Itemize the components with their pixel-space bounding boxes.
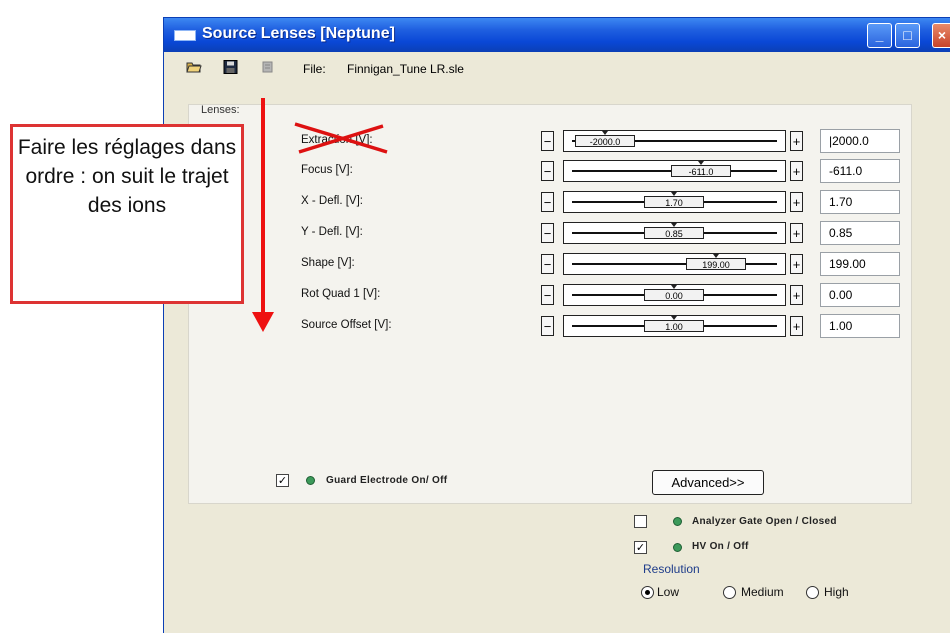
slider-thumb[interactable]: 0.85 — [644, 227, 704, 239]
analyzer-gate-led — [673, 517, 682, 526]
file-name: Finnigan_Tune LR.sle — [347, 62, 464, 76]
guard-electrode-label: Guard Electrode On/ Off — [326, 475, 448, 486]
slider-track-line — [572, 263, 777, 265]
increment-button[interactable]: + — [790, 223, 803, 243]
lens-value-input[interactable]: |2000.0 — [820, 129, 900, 153]
lens-slider[interactable]: 0.00 — [563, 284, 786, 306]
window-title: Source Lenses [Neptune] — [202, 25, 395, 42]
slider-thumb[interactable]: 1.00 — [644, 320, 704, 332]
crossed-out-mark — [294, 122, 388, 154]
guard-electrode-checkbox[interactable]: ✓ — [276, 474, 289, 487]
resolution-low-radio[interactable] — [641, 586, 654, 599]
increment-button[interactable]: + — [790, 254, 803, 274]
lens-value-input[interactable]: 0.85 — [820, 221, 900, 245]
lens-slider[interactable]: -611.0 — [563, 160, 786, 182]
slider-thumb[interactable]: -611.0 — [671, 165, 731, 177]
increment-button[interactable]: + — [790, 192, 803, 212]
print-icon[interactable] — [260, 60, 276, 74]
resolution-low-label: Low — [657, 585, 680, 599]
title-bar[interactable]: Source Lenses [Neptune] _ □ × — [164, 18, 950, 52]
resolution-medium-radio[interactable] — [723, 586, 736, 599]
lens-label: Source Offset [V]: — [301, 319, 392, 331]
lens-label: Rot Quad 1 [V]: — [301, 288, 381, 300]
resolution-title: Resolution — [643, 562, 700, 576]
window-app-icon — [174, 30, 196, 41]
decrement-button[interactable]: − — [541, 223, 554, 243]
minimize-icon[interactable]: _ — [867, 23, 892, 48]
increment-button[interactable]: + — [790, 131, 803, 151]
slider-thumb[interactable]: 199.00 — [686, 258, 746, 270]
decrement-button[interactable]: − — [541, 254, 554, 274]
slider-thumb[interactable]: 1.70 — [644, 196, 704, 208]
hv-checkbox[interactable]: ✓ — [634, 541, 647, 554]
save-icon[interactable] — [223, 60, 239, 74]
lens-value-input[interactable]: 1.70 — [820, 190, 900, 214]
lenses-label: Lenses: — [201, 104, 240, 116]
lens-label: X - Defl. [V]: — [301, 195, 363, 207]
lens-value-input[interactable]: 0.00 — [820, 283, 900, 307]
decrement-button[interactable]: − — [541, 131, 554, 151]
lens-label: Shape [V]: — [301, 257, 355, 269]
hv-label: HV On / Off — [692, 541, 749, 552]
file-label: File: — [303, 62, 326, 76]
maximize-icon[interactable]: □ — [895, 23, 920, 48]
decrement-button[interactable]: − — [541, 316, 554, 336]
resolution-high-label: High — [824, 585, 849, 599]
increment-button[interactable]: + — [790, 161, 803, 181]
resolution-medium-label: Medium — [741, 585, 784, 599]
lens-slider[interactable]: 199.00 — [563, 253, 786, 275]
analyzer-gate-label: Analyzer Gate Open / Closed — [692, 516, 837, 527]
lens-value-input[interactable]: 1.00 — [820, 314, 900, 338]
decrement-button[interactable]: − — [541, 285, 554, 305]
close-icon[interactable]: × — [932, 23, 950, 48]
lens-label: Focus [V]: — [301, 164, 353, 176]
open-folder-icon[interactable] — [186, 60, 202, 74]
advanced-button[interactable]: Advanced>> — [652, 470, 764, 495]
increment-button[interactable]: + — [790, 316, 803, 336]
lens-value-input[interactable]: 199.00 — [820, 252, 900, 276]
increment-button[interactable]: + — [790, 285, 803, 305]
annotation-text: Faire les réglages dans ordre : on suit … — [17, 136, 237, 217]
lens-slider[interactable]: 0.85 — [563, 222, 786, 244]
annotation-arrow — [261, 98, 265, 318]
hv-led — [673, 543, 682, 552]
lens-slider[interactable]: -2000.0 — [563, 130, 786, 152]
annotation-arrow-head — [252, 312, 274, 332]
analyzer-gate-checkbox[interactable] — [634, 515, 647, 528]
guard-electrode-led — [306, 476, 315, 485]
slider-thumb[interactable]: -2000.0 — [575, 135, 635, 147]
lens-slider[interactable]: 1.00 — [563, 315, 786, 337]
decrement-button[interactable]: − — [541, 192, 554, 212]
lens-value-input[interactable]: -611.0 — [820, 159, 900, 183]
resolution-high-radio[interactable] — [806, 586, 819, 599]
decrement-button[interactable]: − — [541, 161, 554, 181]
lens-slider[interactable]: 1.70 — [563, 191, 786, 213]
slider-thumb[interactable]: 0.00 — [644, 289, 704, 301]
lens-label: Y - Defl. [V]: — [301, 226, 363, 238]
